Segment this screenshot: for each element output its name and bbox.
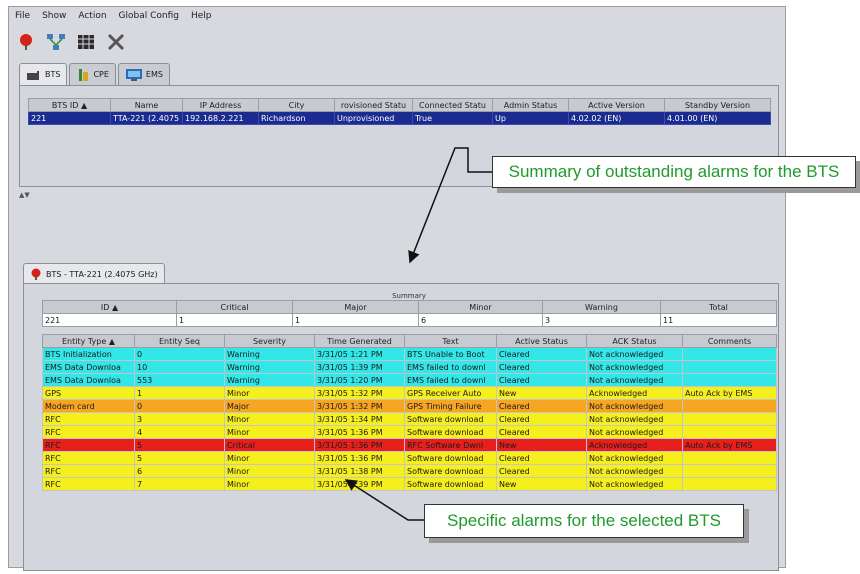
specific-alarms-callout-leader <box>344 479 424 521</box>
summary-callout-leader <box>408 147 492 264</box>
callout-arrows <box>344 147 492 521</box>
